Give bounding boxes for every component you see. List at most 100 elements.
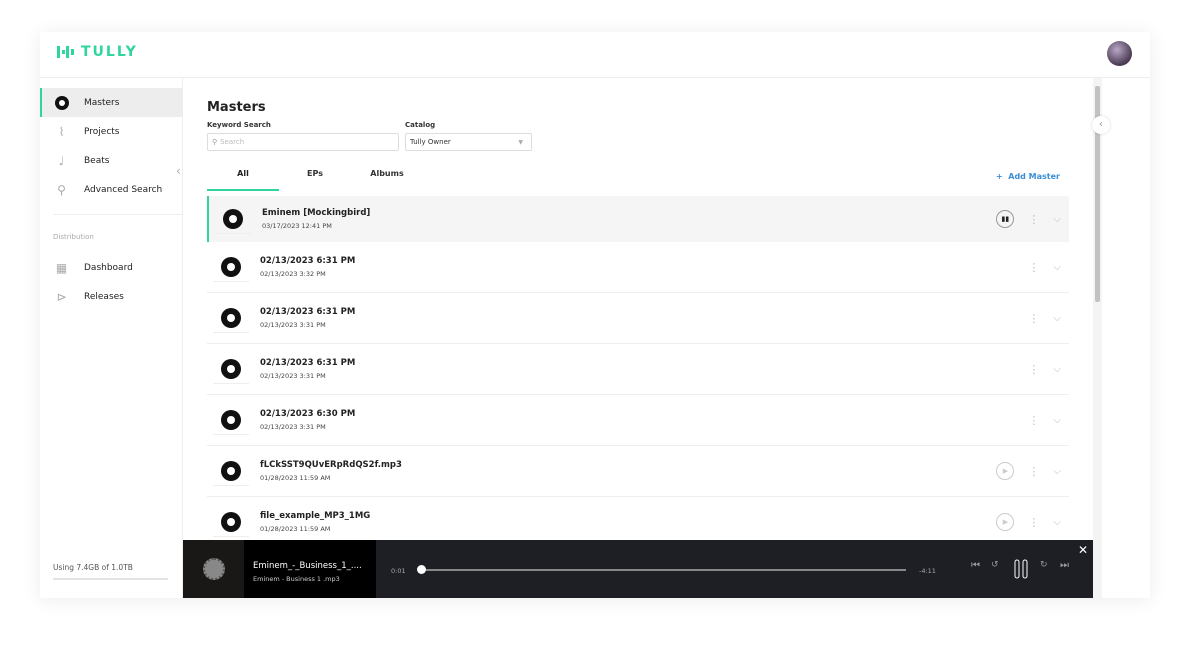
- master-title: 02/13/2023 6:30 PM: [260, 409, 356, 419]
- nav-label: Masters: [84, 97, 120, 108]
- master-row[interactable]: 02/13/2023 6:30 PM 02/13/2023 3:31 PM ⋮ ⌵: [207, 395, 1069, 446]
- chevron-down-icon[interactable]: ⌵: [1053, 262, 1061, 273]
- master-row[interactable]: 02/13/2023 6:31 PM 02/13/2023 3:31 PM ⋮ ⌵: [207, 293, 1069, 344]
- disc-icon: [221, 511, 241, 532]
- storage-text: Using 7.4GB of 1.0TB: [53, 563, 133, 572]
- more-options-icon[interactable]: ⋮: [1028, 312, 1039, 325]
- catalog-label: Catalog: [405, 121, 436, 129]
- master-date: 02/13/2023 3:31 PM: [260, 372, 326, 380]
- progress-knob[interactable]: [416, 565, 426, 574]
- master-row[interactable]: 02/13/2023 6:31 PM 02/13/2023 3:32 PM ⋮ ⌵: [207, 242, 1069, 293]
- disc-icon: [221, 409, 241, 430]
- disc-icon: [223, 208, 243, 229]
- master-row[interactable]: Eminem [Mockingbird] 03/17/2023 12:41 PM …: [207, 196, 1069, 242]
- play-button[interactable]: ▶: [996, 513, 1015, 531]
- main-content: Masters Keyword Search ⚲ Search Catalog T…: [183, 78, 1093, 598]
- master-date: 02/13/2023 3:31 PM: [260, 321, 326, 329]
- play-button[interactable]: ▶: [996, 462, 1015, 480]
- search-icon: ⚲: [212, 138, 218, 146]
- tab-all[interactable]: All: [207, 163, 279, 191]
- expand-panel-button[interactable]: ‹: [1092, 116, 1110, 134]
- master-artwork: [213, 507, 249, 537]
- player-title: Eminem_-_Business_1_....: [253, 561, 362, 571]
- master-date: 02/13/2023 3:32 PM: [260, 270, 326, 278]
- disc-icon: [221, 256, 241, 277]
- chevron-down-icon[interactable]: ⌵: [1053, 466, 1061, 477]
- search-input[interactable]: ⚲ Search: [207, 133, 399, 151]
- pause-icon[interactable]: [1014, 559, 1028, 582]
- add-master-label: Add Master: [1008, 172, 1060, 181]
- master-title: 02/13/2023 6:31 PM: [260, 307, 356, 317]
- dashboard-icon: ▦: [55, 260, 68, 275]
- waveform-icon: ⌇: [58, 124, 65, 139]
- master-date: 01/28/2023 11:59 AM: [260, 474, 331, 482]
- master-row[interactable]: 02/13/2023 6:31 PM 02/13/2023 3:31 PM ⋮ ⌵: [207, 344, 1069, 395]
- storage-bar: [53, 578, 168, 580]
- keyword-label: Keyword Search: [207, 121, 271, 129]
- more-options-icon[interactable]: ⋮: [1028, 516, 1039, 529]
- master-title: 02/13/2023 6:31 PM: [260, 256, 356, 266]
- disc-icon: [221, 460, 241, 481]
- player-subtitle: Eminem - Business 1 .mp3: [253, 575, 340, 583]
- forward-10-icon[interactable]: ↻: [1040, 560, 1048, 570]
- master-date: 03/17/2023 12:41 PM: [262, 222, 332, 230]
- page-title: Masters: [207, 100, 266, 115]
- more-options-icon[interactable]: ⋮: [1028, 261, 1039, 274]
- collapse-sidebar-icon[interactable]: ‹: [176, 164, 181, 178]
- elapsed-time: 0:01: [391, 567, 406, 575]
- chevron-down-icon[interactable]: ⌵: [1053, 517, 1061, 528]
- master-row[interactable]: fLCkSST9QUvERpRdQS2f.mp3 01/28/2023 11:59…: [207, 446, 1069, 497]
- chevron-down-icon[interactable]: ⌵: [1053, 364, 1061, 375]
- skip-previous-icon[interactable]: ⏮: [971, 560, 980, 571]
- master-date: 01/28/2023 11:59 AM: [260, 525, 331, 533]
- sidebar-item-projects[interactable]: ⌇ Projects: [40, 117, 182, 146]
- sidebar-item-beats[interactable]: ♩ Beats: [40, 146, 182, 175]
- chevron-down-icon[interactable]: ⌵: [1053, 415, 1061, 426]
- nav-label: Advanced Search: [84, 184, 163, 195]
- tab-albums[interactable]: Albums: [351, 163, 423, 191]
- header: TULLY: [40, 32, 1150, 78]
- tab-eps[interactable]: EPs: [279, 163, 351, 191]
- scrollbar[interactable]: [1093, 78, 1102, 598]
- more-options-icon[interactable]: ⋮: [1028, 465, 1039, 478]
- releases-icon: ⊳: [56, 289, 67, 304]
- master-artwork: [213, 303, 249, 333]
- catalog-select[interactable]: Tully Owner ▼: [405, 133, 532, 151]
- logo-text: TULLY: [81, 44, 138, 60]
- master-artwork: [213, 354, 249, 384]
- nav-label: Releases: [84, 291, 124, 302]
- master-artwork: [213, 252, 249, 282]
- skip-next-icon[interactable]: ⏭: [1060, 560, 1069, 571]
- section-label: Distribution: [53, 214, 182, 241]
- logo[interactable]: TULLY: [57, 44, 138, 60]
- sidebar-item-advanced-search[interactable]: ⚲ Advanced Search: [40, 175, 182, 204]
- rewind-10-icon[interactable]: ↺: [991, 560, 999, 570]
- chevron-down-icon[interactable]: ⌵: [1053, 313, 1061, 324]
- progress-slider[interactable]: [419, 569, 906, 571]
- sidebar-item-dashboard[interactable]: ▦ Dashboard: [40, 253, 182, 282]
- catalog-value: Tully Owner: [410, 138, 451, 146]
- master-artwork: [213, 456, 249, 486]
- equalizer-icon[interactable]: ▮▮: [996, 210, 1015, 228]
- music-note-icon: ♩: [58, 153, 65, 168]
- chevron-down-icon[interactable]: ⌵: [1053, 214, 1061, 225]
- disc-icon: [221, 358, 241, 379]
- disc-icon: [221, 307, 241, 328]
- search-icon: ⚲: [57, 182, 66, 197]
- nav-label: Projects: [84, 126, 120, 137]
- search-placeholder: Search: [220, 138, 245, 146]
- more-options-icon[interactable]: ⋮: [1028, 213, 1039, 226]
- add-master-button[interactable]: + Add Master: [996, 172, 1060, 181]
- master-title: fLCkSST9QUvERpRdQS2f.mp3: [260, 460, 402, 470]
- close-player-icon[interactable]: ✕: [1078, 543, 1088, 557]
- app-window: TULLY Masters ⌇ Projects ♩ Beats ⚲ Advanced…: [40, 32, 1150, 598]
- sidebar-item-releases[interactable]: ⊳ Releases: [40, 282, 182, 311]
- avatar[interactable]: [1107, 41, 1132, 66]
- master-artwork: [213, 405, 249, 435]
- more-options-icon[interactable]: ⋮: [1028, 363, 1039, 376]
- nav-label: Dashboard: [84, 262, 133, 273]
- disc-icon: [54, 95, 69, 110]
- more-options-icon[interactable]: ⋮: [1028, 414, 1039, 427]
- master-artwork: [215, 204, 251, 234]
- sidebar-item-masters[interactable]: Masters: [40, 88, 182, 117]
